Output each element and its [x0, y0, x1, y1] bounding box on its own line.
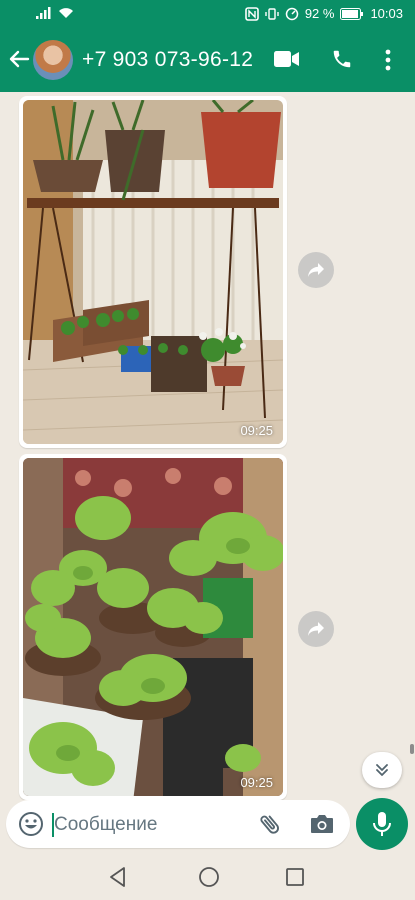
clock: 10:03 — [370, 6, 403, 21]
signal-icon — [36, 7, 51, 19]
plant-stand-photo[interactable]: 09:25 — [23, 100, 283, 444]
forward-icon — [308, 622, 324, 636]
status-bar: 92 % 10:03 — [0, 0, 415, 28]
attach-icon[interactable] — [258, 812, 282, 836]
message-input[interactable]: Сообщение — [54, 814, 157, 836]
more-menu-icon[interactable] — [384, 48, 392, 72]
nav-home-icon[interactable] — [198, 866, 220, 888]
nav-back-icon[interactable] — [108, 866, 128, 888]
back-arrow-icon[interactable] — [8, 48, 30, 70]
message-composer: Сообщение — [6, 800, 350, 848]
battery-percent: 92 % — [304, 6, 335, 21]
chat-header: +7 903 073-96-12 — [0, 28, 415, 92]
image-message[interactable]: 09:25 — [19, 96, 287, 448]
chat-area[interactable]: 09:25 09:25 — [0, 92, 415, 800]
system-nav-bar — [0, 852, 415, 900]
phone-icon[interactable] — [331, 48, 353, 70]
image-message[interactable]: 09:25 — [19, 454, 287, 800]
forward-icon — [308, 263, 324, 277]
contact-name[interactable]: +7 903 073-96-12 — [82, 48, 253, 72]
video-call-icon[interactable] — [274, 50, 300, 68]
forward-button[interactable] — [298, 252, 334, 288]
camera-icon[interactable] — [309, 812, 335, 836]
forward-button[interactable] — [298, 611, 334, 647]
chevron-double-down-icon — [376, 764, 388, 776]
message-time: 09:25 — [240, 423, 273, 438]
avatar[interactable] — [33, 40, 73, 80]
battery-icon — [340, 7, 364, 20]
vibrate-icon — [265, 7, 279, 20]
emoji-icon[interactable] — [18, 811, 44, 837]
data-saver-icon — [285, 7, 299, 20]
mic-icon — [373, 812, 391, 836]
message-time: 09:25 — [240, 775, 273, 790]
scroll-to-bottom-button[interactable] — [362, 752, 402, 788]
voice-message-button[interactable] — [356, 798, 408, 850]
nfc-icon — [245, 6, 259, 21]
wifi-icon — [59, 8, 73, 18]
seedlings-photo[interactable]: 09:25 — [23, 458, 283, 796]
scrollbar[interactable] — [410, 744, 414, 754]
nav-recents-icon[interactable] — [286, 868, 304, 886]
